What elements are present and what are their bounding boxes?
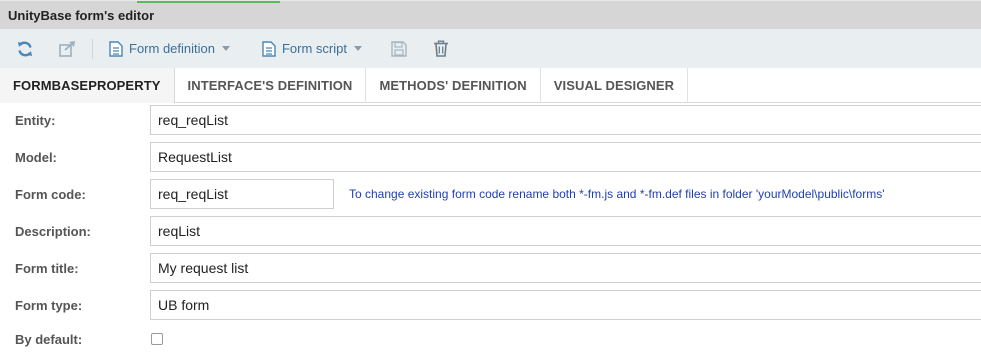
form-title-label: Form title: <box>15 261 79 276</box>
model-label: Model: <box>15 150 57 165</box>
active-indicator <box>137 1 280 3</box>
form-code-row: Form code: req_reqList To change existin… <box>0 179 981 209</box>
entity-field[interactable]: req_reqList <box>150 105 981 135</box>
form-script-label: Form script <box>281 41 347 56</box>
model-row: Model: RequestList <box>0 142 981 172</box>
document-icon <box>107 40 125 58</box>
entity-label: Entity: <box>15 113 56 128</box>
save-button[interactable] <box>390 36 408 62</box>
description-field[interactable]: reqList <box>150 216 981 246</box>
entity-row: Entity: req_reqList <box>0 105 981 135</box>
form-title-row: Form title: My request list <box>0 253 981 283</box>
delete-button[interactable] <box>432 36 450 62</box>
refresh-button[interactable] <box>16 36 34 62</box>
window-title-bar: UnityBase form's editor <box>0 0 981 29</box>
export-button[interactable] <box>58 36 76 62</box>
toolbar: Form definition Form script <box>0 29 981 68</box>
tab-formbaseproperty[interactable]: FORMBASEPROPERTY <box>0 68 175 103</box>
form-code-field[interactable]: req_reqList <box>150 179 334 209</box>
description-row: Description: reqList <box>0 216 981 246</box>
form-type-label: Form type: <box>15 298 83 313</box>
form-script-button[interactable]: Form script <box>260 36 362 62</box>
form-definition-label: Form definition <box>129 41 215 56</box>
toolbar-separator <box>92 38 93 59</box>
tab-bar: FORMBASEPROPERTY INTERFACE'S DEFINITION … <box>0 68 981 103</box>
model-field[interactable]: RequestList <box>150 142 981 172</box>
form-title-field[interactable]: My request list <box>150 253 981 283</box>
tab-interface-definition[interactable]: INTERFACE'S DEFINITION <box>175 68 367 103</box>
window-title: UnityBase form's editor <box>8 7 155 23</box>
share-icon <box>58 40 76 58</box>
by-default-checkbox[interactable] <box>151 333 163 345</box>
chevron-down-icon <box>221 46 230 51</box>
tab-visual-designer[interactable]: VISUAL DESIGNER <box>541 68 689 103</box>
by-default-row: By default: <box>0 327 981 357</box>
form-type-row: Form type: UB form <box>0 290 981 320</box>
chevron-down-icon <box>353 46 362 51</box>
refresh-icon <box>16 40 34 58</box>
trash-icon <box>432 40 450 58</box>
by-default-label: By default: <box>15 332 83 347</box>
document-icon <box>260 40 278 58</box>
tab-methods-definition[interactable]: METHODS' DEFINITION <box>366 68 541 103</box>
form-code-hint: To change existing form code rename both… <box>349 187 885 201</box>
form-code-label: Form code: <box>15 187 86 202</box>
floppy-icon <box>390 40 408 58</box>
form-definition-button[interactable]: Form definition <box>107 36 230 62</box>
form-type-field[interactable]: UB form <box>150 290 981 320</box>
description-label: Description: <box>15 224 91 239</box>
